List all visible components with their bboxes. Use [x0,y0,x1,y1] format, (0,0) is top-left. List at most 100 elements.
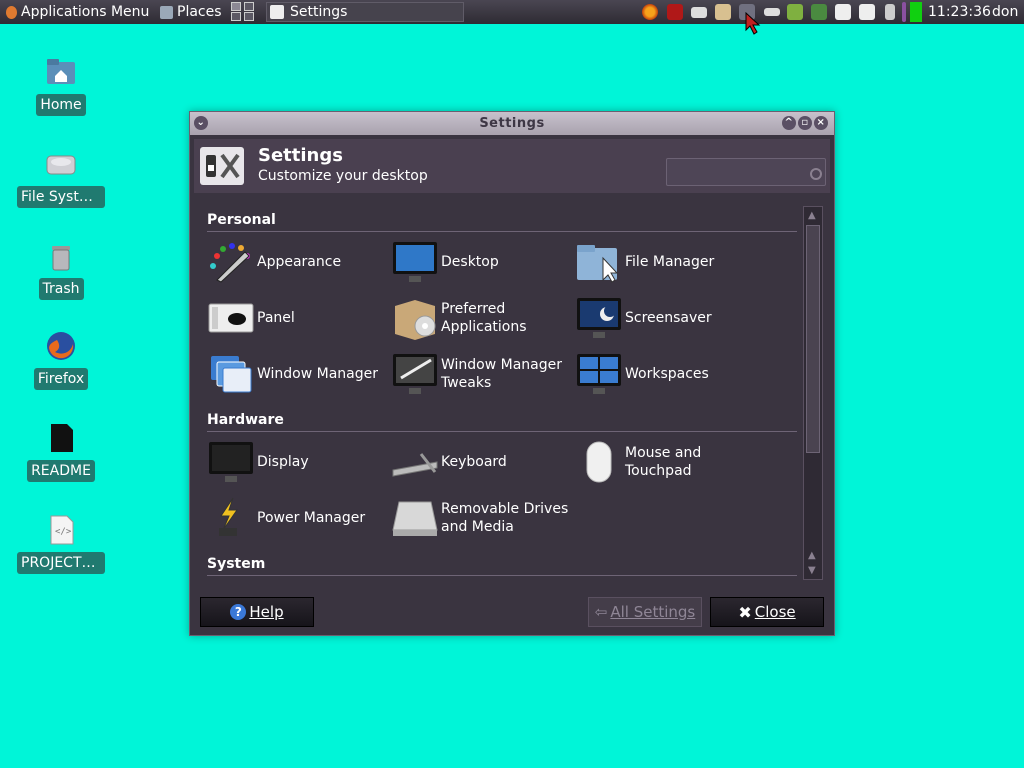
box-disc-icon [391,296,439,340]
clock[interactable]: 11:23:36 [928,0,991,24]
taskbar-settings-button[interactable]: Settings [266,2,464,22]
item-panel[interactable]: Panel [207,295,295,341]
places-menu-label: Places [177,4,222,20]
notes-tray-icon[interactable] [835,4,851,20]
places-menu-button[interactable]: Places [160,0,222,24]
display-monitor-icon [207,440,255,484]
item-appearance[interactable]: Appearance [207,239,341,285]
item-file-manager[interactable]: File Manager [575,239,714,285]
firefox-icon [45,330,77,362]
item-display[interactable]: Display [207,439,309,485]
item-label-line: Mouse and [625,445,702,461]
desktop-icon-label: README [27,460,95,482]
folder-cursor-icon [575,240,623,284]
printer-tray-icon[interactable] [764,8,780,16]
battery-tray-icon[interactable] [885,4,895,20]
search-input[interactable] [666,158,826,186]
item-label: Mouse and Touchpad [625,444,701,480]
item-label-line: Applications [441,319,527,335]
svg-text:</>: </> [55,527,72,537]
help-label: Help [249,603,284,621]
workspace-2[interactable] [244,2,254,11]
item-keyboard[interactable]: Keyboard [391,439,507,485]
item-window-manager-tweaks[interactable]: Window Manager Tweaks [391,351,562,397]
workspace-4[interactable] [244,12,254,21]
clipboard-tray-icon[interactable] [715,4,731,20]
update-tray-icon[interactable] [787,4,803,20]
all-settings-button[interactable]: ⇦ All Settings [588,597,702,627]
desktop-icon-readme[interactable]: README [18,422,104,482]
desktop-icon-trash[interactable]: Trash [18,240,104,300]
panel-mouse-icon [207,296,255,340]
item-label: Appearance [257,254,342,270]
close-button[interactable]: ✖ Close [710,597,824,627]
help-button[interactable]: ? Help [200,597,314,627]
desktop-icon-label: Trash [38,278,84,300]
appearance-palette-icon [207,240,255,284]
desktop-icon-label: File System [17,186,105,208]
desktop-icon-projects[interactable]: </> PROJECTS... [17,514,105,574]
item-label-line: Removable Drives [441,501,569,517]
vertical-scrollbar[interactable]: ▲ ▲ ▼ [803,206,823,580]
workspaces-grid-icon [575,352,623,396]
item-label: Display [257,454,309,470]
separator-icon [902,2,906,22]
mouse-cursor-icon [745,12,761,35]
trash-icon [45,240,77,272]
settings-header: Settings Customize your desktop [194,139,830,193]
settings-window: ⌄ Settings ^ ▫ × Settings Customize your… [189,111,835,636]
cpu-graph-icon[interactable] [910,2,922,22]
firefox-tray-icon[interactable] [642,4,658,20]
item-label: Removable Drives and Media [441,500,568,536]
scroll-up-icon[interactable]: ▲ [808,550,816,561]
item-desktop[interactable]: Desktop [391,239,499,285]
terminal-tray-icon[interactable] [667,4,683,20]
item-label: File Manager [625,254,715,270]
item-removable-drives[interactable]: Removable Drives and Media [391,495,568,541]
home-folder-icon [45,56,77,88]
scroll-up-icon[interactable]: ▲ [808,210,816,221]
window-titlebar[interactable]: ⌄ Settings ^ ▫ × [190,112,834,135]
item-mouse-touchpad[interactable]: Mouse and Touchpad [575,439,701,485]
item-label: Desktop [441,254,499,270]
item-screensaver[interactable]: Screensaver [575,295,712,341]
header-title: Settings [258,145,343,166]
item-label: Power Manager [257,510,366,526]
wm-tweaks-icon [391,352,439,396]
item-label-line: Window Manager [441,357,563,373]
network-tray-icon[interactable] [811,4,827,20]
scroll-down-icon[interactable]: ▼ [808,565,816,576]
mouse-icon [575,440,623,484]
maximize-icon[interactable]: ▫ [798,116,812,130]
workspace-1[interactable] [231,2,241,11]
minimize-icon[interactable]: ^ [782,116,796,130]
item-power-manager[interactable]: Power Manager [207,495,365,541]
windows-stack-icon [207,352,255,396]
settings-list: Personal Appearance Desktop File Manager… [199,206,805,580]
window-title: Settings [479,116,545,131]
section-divider [207,575,797,576]
workspace-3[interactable] [231,12,241,21]
item-preferred-applications[interactable]: Preferred Applications [391,295,527,341]
desktop-icon-firefox[interactable]: Firefox [18,330,104,390]
username-label[interactable]: don [992,0,1018,24]
section-system: System [207,556,266,572]
scrollbar-thumb[interactable] [806,225,820,453]
close-x-icon: ✖ [738,602,752,622]
desktop-icon-home[interactable]: Home [18,56,104,116]
top-panel: Applications Menu Places Settings 11:23:… [0,0,1024,35]
desktop-icon-file-system[interactable]: File System [17,148,105,208]
applications-menu-button[interactable]: Applications Menu [6,0,149,24]
applications-menu-label: Applications Menu [21,4,150,20]
item-window-manager[interactable]: Window Manager [207,351,378,397]
edit-tray-icon[interactable] [859,4,875,20]
item-label: Screensaver [625,310,712,326]
item-label-line: Touchpad [625,463,692,479]
close-window-icon[interactable]: × [814,116,828,130]
section-divider [207,231,797,232]
item-workspaces[interactable]: Workspaces [575,351,709,397]
power-plug-icon [207,496,255,540]
book-tray-icon[interactable] [691,7,707,18]
window-menu-icon[interactable]: ⌄ [194,116,208,130]
screensaver-moon-icon [575,296,623,340]
